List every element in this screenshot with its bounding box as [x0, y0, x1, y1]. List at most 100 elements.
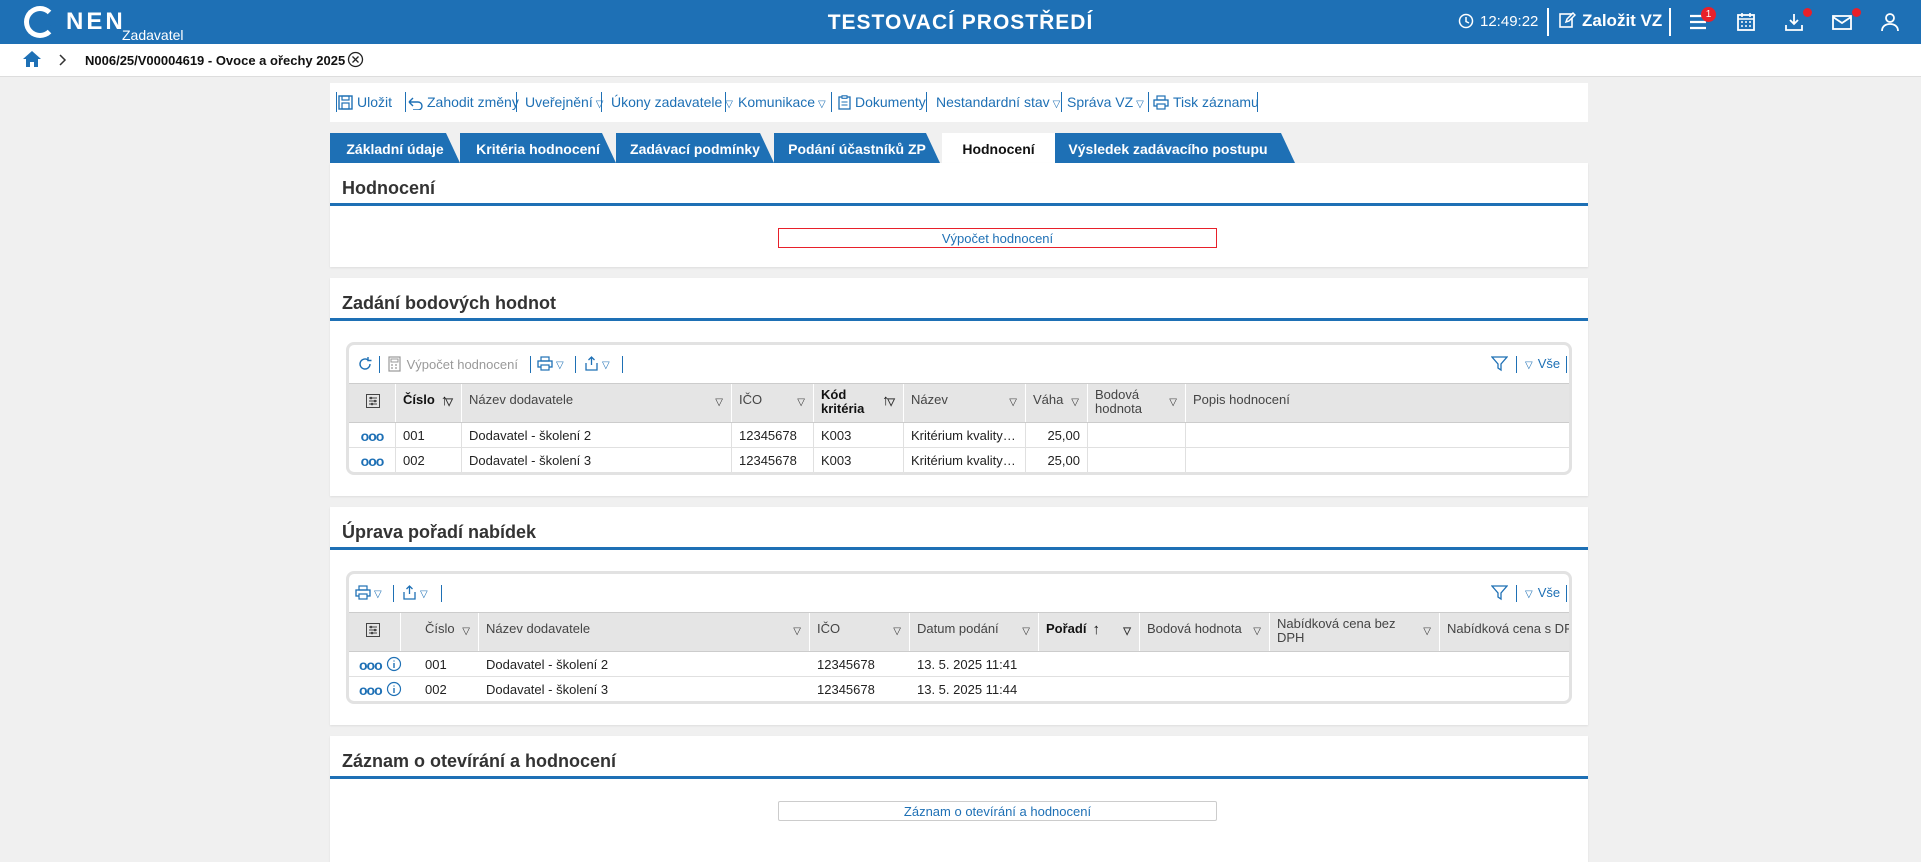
column-filter-icon[interactable]: ▽ — [462, 625, 470, 639]
grid-print-menu[interactable]: ▽ — [537, 356, 564, 371]
home-button[interactable] — [22, 50, 42, 71]
column-header-supplier[interactable]: Název dodavatele ▽ — [462, 384, 732, 422]
row-actions-button[interactable]: ooo — [349, 423, 396, 447]
grid-calculate-button[interactable]: Výpočet hodnocení — [387, 356, 518, 372]
publish-menu[interactable]: Uveřejnění ▽ — [525, 94, 603, 110]
dropdown-caret-icon: ▽ — [725, 99, 733, 110]
tab-basic-info[interactable]: Základní údaje — [330, 133, 460, 163]
column-filter-icon[interactable]: ▽ — [445, 396, 453, 410]
cell-supplier: Dodavatel - školení 3 — [462, 448, 732, 472]
column-header-rank[interactable]: Pořadí ↑ ▽ — [1039, 613, 1140, 651]
table-row[interactable]: ooo 002 Dodavatel - školení 3 12345678 K… — [349, 448, 1569, 472]
column-header-weight[interactable]: Váha ▽ — [1026, 384, 1088, 422]
cell-points-input[interactable] — [1088, 448, 1186, 472]
more-dots-icon[interactable]: ooo — [359, 682, 383, 698]
tab-tender-conditions[interactable]: Zadávací podmínky — [616, 133, 774, 163]
breadcrumb-current[interactable]: N006/25/V00004619 - Ovoce a ořechy 2025 — [85, 53, 345, 68]
column-filter-icon[interactable]: ▽ — [893, 625, 901, 639]
filter-button[interactable] — [1490, 585, 1509, 601]
refresh-button[interactable] — [357, 356, 373, 372]
more-dots-icon[interactable]: ooo — [359, 657, 383, 673]
calculate-evaluation-button[interactable]: Výpočet hodnocení — [778, 228, 1217, 248]
cell-criterion-code: K003 — [814, 423, 904, 447]
column-filter-icon[interactable]: ▽ — [1169, 396, 1177, 410]
column-settings-button[interactable] — [349, 613, 401, 651]
info-icon[interactable] — [386, 681, 402, 697]
discard-changes-button[interactable]: Zahodit změny — [407, 94, 519, 111]
column-header-ico[interactable]: IČO ▽ — [810, 613, 910, 651]
column-filter-icon[interactable]: ▽ — [1009, 396, 1017, 410]
table-row[interactable]: ooo 002 Dodavatel - školení 3 12345678 1… — [349, 677, 1569, 701]
tab-evaluation[interactable]: Hodnocení — [942, 133, 1055, 164]
column-header-price-excl-vat[interactable]: Nabídková cena bez DPH ▽ — [1270, 613, 1440, 651]
filter-button[interactable] — [1490, 356, 1509, 372]
toolbar-separator — [1516, 356, 1517, 373]
column-header-price-incl-vat[interactable]: Nabídková cena s DP — [1440, 613, 1569, 651]
column-header-criterion-code[interactable]: Kód kritéria ↑ ▽ — [814, 384, 904, 422]
grid-export-menu[interactable]: ▽ — [402, 585, 428, 600]
communication-menu[interactable]: Komunikace ▽ — [738, 94, 826, 110]
column-label: Pořadí — [1046, 621, 1087, 636]
info-icon[interactable] — [386, 656, 402, 672]
column-header-description[interactable]: Popis hodnocení — [1186, 384, 1569, 422]
column-label: hodnota — [1095, 401, 1142, 416]
column-filter-icon[interactable]: ▽ — [1253, 625, 1261, 639]
clipboard-icon — [838, 95, 851, 110]
cell-points-input[interactable] — [1088, 423, 1186, 447]
header-divider — [1547, 8, 1549, 36]
logo-subtitle: Zadavatel — [122, 27, 184, 43]
column-header-supplier[interactable]: Název dodavatele ▽ — [479, 613, 810, 651]
column-header-points[interactable]: Bodová hodnota ▽ — [1088, 384, 1186, 422]
dropdown-caret-icon: ▽ — [818, 99, 826, 110]
cell-description[interactable] — [1186, 423, 1569, 447]
evaluation-panel: Hodnocení Výpočet hodnocení — [330, 163, 1588, 267]
column-header-submission-date[interactable]: Datum podání ▽ — [910, 613, 1039, 651]
grid-print-menu[interactable]: ▽ — [355, 585, 382, 600]
column-filter-icon[interactable]: ▽ — [1423, 625, 1431, 639]
calendar-button[interactable] — [1735, 11, 1759, 33]
column-filter-icon[interactable]: ▽ — [1123, 625, 1131, 639]
contracting-acts-menu[interactable]: Úkony zadavatele ▽ — [611, 94, 733, 110]
column-label: Popis hodnocení — [1193, 392, 1290, 407]
column-header-cislo[interactable]: Číslo ▽ — [418, 613, 479, 651]
column-filter-icon[interactable]: ▽ — [793, 625, 801, 639]
column-filter-icon[interactable]: ▽ — [887, 396, 895, 410]
cell-description[interactable] — [1186, 448, 1569, 472]
documents-button[interactable]: Dokumenty — [838, 94, 926, 110]
user-button[interactable] — [1879, 11, 1903, 33]
save-button[interactable]: Uložit — [338, 94, 392, 110]
nonstandard-state-menu[interactable]: Nestandardní stav ▽ — [936, 94, 1060, 110]
opening-record-button[interactable]: Záznam o otevírání a hodnocení — [778, 801, 1217, 821]
tab-participant-submissions[interactable]: Podání účastníků ZP — [774, 133, 940, 163]
show-all-selector[interactable]: ▽ Vše — [1525, 585, 1560, 600]
cell-rank[interactable] — [1039, 677, 1140, 701]
column-filter-icon[interactable]: ▽ — [715, 396, 723, 410]
tab-evaluation-criteria[interactable]: Kritéria hodnocení — [460, 133, 616, 163]
table-row[interactable]: ooo 001 Dodavatel - školení 2 12345678 K… — [349, 423, 1569, 448]
toolbar-separator — [725, 92, 726, 112]
column-label: Bodová hodnota — [1147, 621, 1242, 636]
create-vz-button[interactable]: Založit VZ — [1558, 11, 1662, 31]
toolbar-separator — [530, 356, 531, 373]
cell-rank[interactable] — [1039, 652, 1140, 676]
column-filter-icon[interactable]: ▽ — [1022, 625, 1030, 639]
logo-ring-icon — [24, 6, 56, 38]
column-header-ico[interactable]: IČO ▽ — [732, 384, 814, 422]
column-header-criterion-name[interactable]: Název ▽ — [904, 384, 1026, 422]
show-all-selector[interactable]: ▽ Vše — [1525, 356, 1560, 371]
print-record-button[interactable]: Tisk záznamu — [1153, 94, 1259, 110]
row-actions-button[interactable]: ooo — [349, 448, 396, 472]
tab-procedure-result[interactable]: Výsledek zadávacího postupu — [1055, 133, 1295, 163]
column-header-cislo[interactable]: Číslo ↑ ▽ — [396, 384, 462, 422]
printer-icon — [1153, 95, 1169, 110]
column-filter-icon[interactable]: ▽ — [797, 396, 805, 410]
column-settings-button[interactable] — [349, 384, 396, 422]
toolbar-separator — [926, 92, 927, 112]
column-header-points[interactable]: Bodová hodnota ▽ — [1140, 613, 1270, 651]
vz-admin-menu[interactable]: Správa VZ ▽ — [1067, 94, 1144, 110]
more-dots-icon: ooo — [360, 453, 385, 469]
table-row[interactable]: ooo 001 Dodavatel - školení 2 12345678 1… — [349, 652, 1569, 677]
close-breadcrumb-button[interactable] — [347, 51, 364, 71]
column-filter-icon[interactable]: ▽ — [1071, 396, 1079, 410]
grid-export-menu[interactable]: ▽ — [584, 356, 610, 371]
